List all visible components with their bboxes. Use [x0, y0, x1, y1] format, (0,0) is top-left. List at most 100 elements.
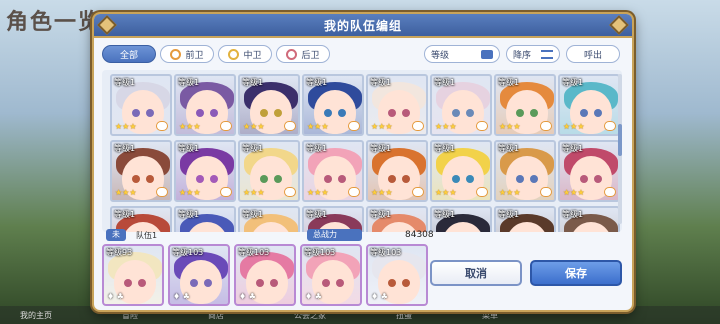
character-eye: [146, 175, 154, 183]
party-tag: 未: [106, 229, 126, 241]
star-rating-icon: ★★★: [435, 188, 457, 197]
level-label: 等级1: [178, 144, 200, 153]
character-eye: [132, 175, 140, 183]
character-eye: [274, 175, 282, 183]
character-eye: [388, 175, 396, 183]
character-eye: [132, 109, 140, 117]
level-label: 等级103: [172, 248, 204, 257]
tab-front[interactable]: 前卫: [160, 45, 214, 63]
cancel-button[interactable]: 取消: [430, 260, 522, 286]
character-eye: [146, 109, 154, 117]
character-card[interactable]: 等级1 ★★★: [110, 74, 172, 136]
character-card[interactable]: 等级1 ★★★: [558, 140, 620, 202]
corner-ornament-icon: [97, 15, 117, 35]
character-eye: [260, 109, 268, 117]
level-label: 等级1: [562, 210, 584, 219]
character-eye: [124, 279, 132, 287]
character-card[interactable]: 等级1 ★★★: [174, 74, 236, 136]
character-eye: [270, 279, 278, 287]
star-rating-icon: ★★★: [115, 122, 137, 131]
character-eye: [204, 279, 212, 287]
level-label: 等级1: [562, 78, 584, 87]
power-value: 84308: [405, 230, 434, 240]
character-card[interactable]: 等级1 ★★★: [558, 74, 620, 136]
party-member-card[interactable]: 等级103 ♦ ♣: [300, 244, 362, 306]
character-eye: [338, 109, 346, 117]
party-info-bar: 未 队伍1 总战力 84308: [102, 228, 622, 242]
order-button[interactable]: 降序: [506, 45, 560, 63]
star-rating-icon: ★★★: [371, 188, 393, 197]
party-member-card[interactable]: 等级93 ♦ ♣: [102, 244, 164, 306]
character-eye: [190, 279, 198, 287]
character-card[interactable]: 等级1 ★★★: [238, 140, 300, 202]
character-eye: [594, 109, 602, 117]
tab-middle[interactable]: 中卫: [218, 45, 272, 63]
level-label: 等级1: [562, 144, 584, 153]
character-card[interactable]: 等级1 ★★★: [110, 140, 172, 202]
role-icon: ♦ ♣: [305, 292, 322, 301]
character-eye: [388, 109, 396, 117]
level-label: 等级1: [114, 210, 136, 219]
party-members: 等级93 ♦ ♣ 等级103 ♦ ♣ 等级103 ♦ ♣ 等级103 ♦ ♣ 等级103 ♦ ♣: [102, 244, 428, 306]
level-label: 等级1: [306, 210, 328, 219]
level-label: 等级1: [306, 144, 328, 153]
party-member-card[interactable]: 等级103 ♦ ♣: [366, 244, 428, 306]
rank-badge-icon: [540, 121, 552, 131]
call-button[interactable]: 呼出: [566, 45, 620, 63]
party-member-card[interactable]: 等级103 ♦ ♣: [234, 244, 296, 306]
rank-badge-icon: [604, 187, 616, 197]
character-eye: [516, 109, 524, 117]
save-button[interactable]: 保存: [530, 260, 622, 286]
character-eye: [402, 175, 410, 183]
character-eye: [402, 279, 410, 287]
character-card[interactable]: 等级1 ★★★: [366, 74, 428, 136]
character-eye: [196, 175, 204, 183]
rank-badge-icon: [476, 187, 488, 197]
rank-badge-icon: [284, 187, 296, 197]
level-label: 等级103: [238, 248, 270, 257]
character-card[interactable]: 等级1 ★★★: [302, 74, 364, 136]
character-card[interactable]: 等级1 ★★★: [494, 140, 556, 202]
sort-by-button[interactable]: 等级: [424, 45, 500, 63]
rank-badge-icon: [220, 187, 232, 197]
character-card[interactable]: 等级1 ★★★: [366, 140, 428, 202]
character-eye: [324, 109, 332, 117]
back-icon: [286, 48, 298, 60]
star-rating-icon: ★★★: [563, 122, 585, 131]
character-eye: [322, 279, 330, 287]
party-member-card[interactable]: 等级103 ♦ ♣: [168, 244, 230, 306]
tab-back[interactable]: 后卫: [276, 45, 330, 63]
star-rating-icon: ★★★: [115, 188, 137, 197]
star-rating-icon: ★★★: [243, 122, 265, 131]
character-eye: [580, 175, 588, 183]
star-rating-icon: ★★★: [307, 188, 329, 197]
character-card[interactable]: 等级1 ★★★: [494, 74, 556, 136]
character-eye: [138, 279, 146, 287]
character-eye: [274, 109, 282, 117]
star-rating-icon: ★★★: [499, 188, 521, 197]
star-rating-icon: ★★★: [179, 188, 201, 197]
level-label: 等级1: [242, 210, 264, 219]
level-label: 等级1: [370, 78, 392, 87]
level-label: 等级1: [498, 210, 520, 219]
character-eye: [530, 109, 538, 117]
character-eye: [402, 109, 410, 117]
roster-row: 等级1 ★★★ 等级1 ★★★ 等级1 ★★★ 等级1 ★★★ 等级1 ★★★ 等级1 ★★★ 等级1 ★…: [110, 74, 620, 136]
character-card[interactable]: 等级1 ★★★: [430, 74, 492, 136]
dialog-title: 我的队伍编组: [323, 18, 402, 33]
dialog-titlebar: 我的队伍编组: [94, 14, 632, 38]
character-eye: [210, 175, 218, 183]
character-eye: [336, 279, 344, 287]
character-card[interactable]: 等级1 ★★★: [302, 140, 364, 202]
character-card[interactable]: 等级1 ★★★: [238, 74, 300, 136]
character-eye: [580, 109, 588, 117]
character-card[interactable]: 等级1 ★★★: [430, 140, 492, 202]
character-eye: [388, 279, 396, 287]
roster-scrollbar[interactable]: [618, 74, 622, 224]
character-eye: [530, 175, 538, 183]
nav-home: 我的主页: [20, 310, 52, 320]
tab-all[interactable]: 全部: [102, 45, 156, 63]
character-eye: [260, 175, 268, 183]
level-label: 等级1: [434, 78, 456, 87]
character-card[interactable]: 等级1 ★★★: [174, 140, 236, 202]
